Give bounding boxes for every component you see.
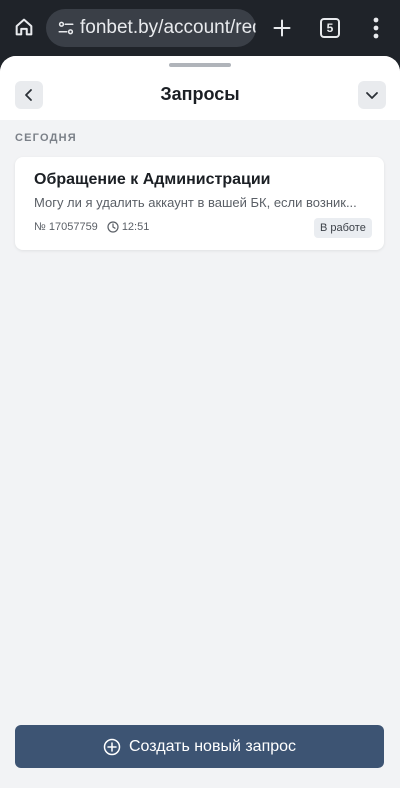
site-settings-icon[interactable] [46,9,80,47]
status-badge: В работе [314,218,372,238]
plus-circle-icon [103,738,121,756]
home-icon [15,18,33,36]
sheet-header: Запросы [0,56,400,120]
request-preview: Могу ли я удалить аккаунт в вашей БК, ес… [34,195,357,210]
browser-menu-button[interactable] [362,12,390,44]
create-request-button[interactable]: Создать новый запрос [15,725,384,768]
drag-handle[interactable] [169,63,231,67]
request-card[interactable]: Обращение к Администрации Могу ли я удал… [15,157,384,250]
request-time: 12:51 [121,221,150,233]
create-request-label: Создать новый запрос [128,737,297,755]
url-text: fonbet.by/account/requ [80,17,256,38]
plus-icon [273,19,291,37]
new-tab-button[interactable] [266,12,298,44]
section-label-today: СЕГОДНЯ [15,132,77,144]
chevron-down-icon [366,92,378,99]
request-meta: № 17057759 12:51 [34,221,149,233]
more-vert-icon [373,17,379,39]
home-button[interactable] [8,10,40,44]
address-bar[interactable]: fonbet.by/account/requ [46,9,256,47]
tab-switcher-button[interactable]: 5 [318,16,342,40]
clock-icon [107,221,119,233]
collapse-button[interactable] [358,81,386,109]
request-title: Обращение к Администрации [34,171,271,188]
page-title: Запросы [160,84,240,104]
requests-sheet: Запросы СЕГОДНЯ Обращение к Администраци… [0,56,400,788]
request-number: № 17057759 [34,221,98,233]
tabs-icon: 5 [320,18,340,38]
browser-toolbar: fonbet.by/account/requ 5 [0,0,400,56]
